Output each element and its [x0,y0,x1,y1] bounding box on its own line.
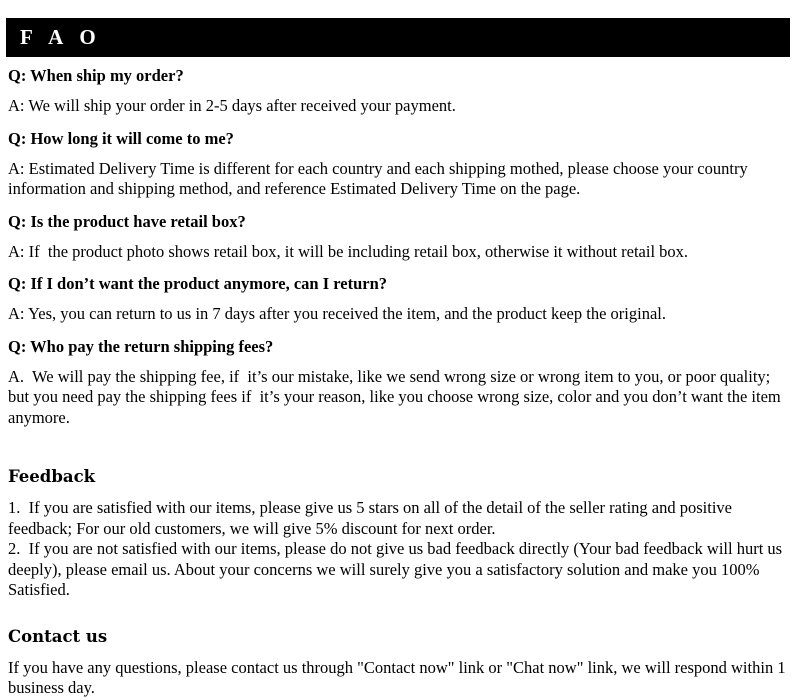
faq-item: Q: Is the product have retail box? A: If… [8,212,788,263]
faq-question: Q: How long it will come to me? [8,128,234,148]
page-banner: F A O [6,18,790,57]
faq-question: Q: If I don’t want the product anymore, … [8,274,388,293]
page-title: F A O [20,25,102,49]
faq-content: Q: When ship my order? A: We will ship y… [8,66,788,699]
feedback-heading: Feedback [8,467,96,486]
feedback-body: 1. If you are satisfied with our items, … [8,498,783,599]
faq-item: Q: If I don’t want the product anymore, … [8,274,788,325]
contact-section: Contact us If you have any questions, pl… [8,627,788,699]
faq-answer: A: If the product photo shows retail box… [8,241,689,261]
faq-question: Q: Who pay the return shipping fees? [8,336,274,356]
feedback-section: Feedback 1. If you are satisfied with ou… [8,467,788,601]
faq-item: Q: How long it will come to me? A: Estim… [8,129,788,200]
faq-answer: A: Yes, you can return to us in 7 days a… [8,304,666,323]
faq-answer: A: We will ship your order in 2-5 days a… [8,96,456,115]
contact-body: If you have any questions, please contac… [8,657,790,698]
faq-question: Q: When ship my order? [8,66,184,85]
faq-answer: A: Estimated Delivery Time is different … [8,158,752,199]
faq-answer: A. We will pay the shipping fee, if it’s… [8,366,785,427]
contact-heading: Contact us [8,626,108,646]
faq-question: Q: Is the product have retail box? [8,211,246,231]
faq-item: Q: When ship my order? A: We will ship y… [8,66,788,117]
faq-page: F A O Q: When ship my order? A: We will … [0,0,800,700]
faq-item: Q: Who pay the return shipping fees? A. … [8,337,788,429]
